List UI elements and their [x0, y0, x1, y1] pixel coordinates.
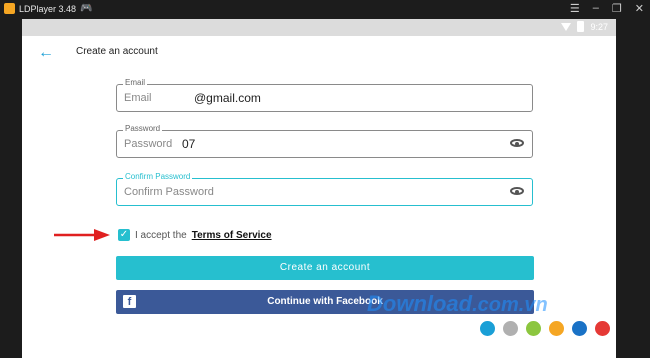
email-label: Email	[123, 78, 148, 87]
menu-icon[interactable]: ☰	[570, 2, 580, 15]
ldplayer-logo-icon	[4, 3, 15, 14]
confirm-password-field[interactable]: Confirm Password Confirm Password	[116, 172, 533, 206]
watermark-dot	[549, 321, 564, 336]
confirm-password-label: Confirm Password	[123, 172, 193, 181]
facebook-button-label: Continue with Facebook	[267, 296, 383, 307]
watermark-dots	[480, 321, 610, 336]
terms-checkbox[interactable]: ✓	[118, 229, 130, 241]
minimize-icon[interactable]: –	[593, 2, 599, 15]
password-label: Password	[123, 124, 163, 133]
watermark-tld: .com.vn	[472, 294, 548, 316]
facebook-icon: f	[123, 295, 136, 308]
create-account-screen: ← Create an account Email Email @gmail.c…	[22, 36, 616, 358]
watermark-dot	[503, 321, 518, 336]
email-value: @gmail.com	[194, 91, 261, 105]
create-account-button[interactable]: Create an account	[116, 256, 534, 280]
email-placeholder: Email	[124, 92, 152, 104]
terms-link[interactable]: Terms of Service	[192, 230, 272, 241]
back-arrow-icon[interactable]: ←	[38, 44, 54, 62]
android-status-bar: 9:27	[22, 19, 616, 36]
terms-prefix: I accept the	[135, 229, 187, 241]
terms-row: ✓ I accept the Terms of Service	[118, 229, 272, 241]
watermark-dot	[526, 321, 541, 336]
status-time: 9:27	[590, 21, 608, 32]
confirm-password-placeholder: Confirm Password	[124, 186, 214, 198]
window-title: LDPlayer 3.48	[19, 3, 77, 14]
watermark-dot	[595, 321, 610, 336]
left-sidebar	[0, 19, 22, 358]
password-value: 07	[182, 137, 196, 151]
red-arrow-annotation	[54, 229, 110, 241]
watermark-dot	[572, 321, 587, 336]
eye-icon[interactable]	[510, 139, 524, 147]
window-titlebar: LDPlayer 3.48 🎮 ☰ – ❐ ✕	[0, 0, 650, 19]
close-icon[interactable]: ✕	[635, 2, 644, 15]
maximize-icon[interactable]: ❐	[612, 2, 622, 15]
watermark-dot	[480, 321, 495, 336]
eye-icon[interactable]	[510, 187, 524, 195]
battery-icon	[577, 21, 585, 32]
wifi-icon	[561, 22, 572, 31]
password-placeholder: Password	[124, 138, 173, 150]
page-title: Create an account	[76, 46, 158, 57]
password-field[interactable]: Password Password 07	[116, 124, 533, 158]
email-field[interactable]: Email Email @gmail.com	[116, 78, 533, 112]
right-toolbar	[616, 19, 650, 358]
watermark: Download.com.vn	[367, 291, 548, 317]
watermark-text: Download	[367, 291, 473, 316]
gamepad-icon[interactable]: 🎮	[80, 3, 92, 14]
